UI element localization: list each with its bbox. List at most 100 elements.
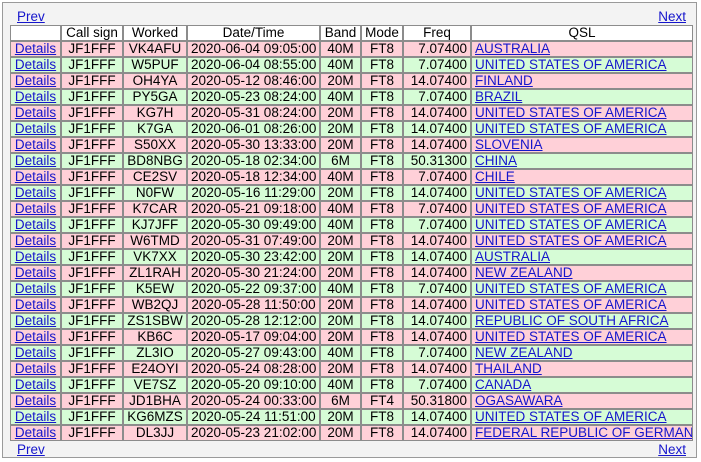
qsl-link[interactable]: REPUBLIC OF SOUTH AFRICA [475,314,669,328]
qsl-link[interactable]: CHINA [475,154,517,168]
table-row: Details JF1FFF BD8NBG 2020-05-18 02:34:00 6M… [10,153,693,169]
qsl-link[interactable]: UNITED STATES OF AMERICA [475,298,667,312]
freq-cell: 14.07400 [403,105,471,121]
qsl-cell: AUSTRALIA [471,249,693,265]
details-link[interactable]: Details [15,346,56,360]
qsl-link[interactable]: OGASAWARA [475,394,563,408]
qsl-link[interactable]: FEDERAL REPUBLIC OF GERMANY [475,426,692,440]
column-header-freq: Freq [403,25,471,41]
details-cell: Details [10,409,61,425]
qsl-link[interactable]: AUSTRALIA [475,250,550,264]
qsl-link[interactable]: CHILE [475,170,515,184]
freq-cell: 14.07400 [403,249,471,265]
freq-cell: 14.07400 [403,425,471,441]
call-sign-cell: JF1FFF [61,105,123,121]
details-link[interactable]: Details [15,90,56,104]
next-link-bottom[interactable]: Next [658,442,686,458]
details-link[interactable]: Details [15,266,56,280]
prev-link-bottom[interactable]: Prev [17,442,45,458]
details-link[interactable]: Details [15,74,56,88]
freq-cell: 14.07400 [403,313,471,329]
worked-station-cell: DL3JJ [123,425,187,441]
table-row: Details JF1FFF W5PUF 2020-06-04 08:55:00 40M… [10,57,693,73]
details-link[interactable]: Details [15,314,56,328]
mode-cell: FT8 [361,57,403,73]
qsl-link[interactable]: UNITED STATES OF AMERICA [475,218,667,232]
next-link[interactable]: Next [658,9,686,25]
datetime-cell: 2020-05-31 08:24:00 [187,105,320,121]
details-link[interactable]: Details [15,170,56,184]
band-cell: 40M [320,217,361,233]
details-link[interactable]: Details [15,250,56,264]
call-sign-cell: JF1FFF [61,329,123,345]
qsl-link[interactable]: THAILAND [475,362,542,376]
details-link[interactable]: Details [15,298,56,312]
details-link[interactable]: Details [15,58,56,72]
qsl-link[interactable]: AUSTRALIA [475,42,550,56]
qsl-link[interactable]: UNITED STATES OF AMERICA [475,202,667,216]
mode-cell: FT8 [361,361,403,377]
datetime-cell: 2020-05-16 11:29:00 [187,185,320,201]
qsl-link[interactable]: UNITED STATES OF AMERICA [475,58,667,72]
qsl-link[interactable]: UNITED STATES OF AMERICA [475,106,667,120]
details-link[interactable]: Details [15,106,56,120]
details-cell: Details [10,57,61,73]
band-cell: 20M [320,105,361,121]
worked-station-cell: K5EW [123,281,187,297]
qsl-link[interactable]: UNITED STATES OF AMERICA [475,122,667,136]
details-link[interactable]: Details [15,362,56,376]
qsl-link[interactable]: NEW ZEALAND [475,266,573,280]
qsl-link[interactable]: UNITED STATES OF AMERICA [475,330,667,344]
table-row: Details JF1FFF KB6C 2020-05-17 09:04:00 20M F… [10,329,693,345]
details-link[interactable]: Details [15,202,56,216]
details-link[interactable]: Details [15,330,56,344]
freq-cell: 7.07400 [403,201,471,217]
qsl-cell: REPUBLIC OF SOUTH AFRICA [471,313,693,329]
details-link[interactable]: Details [15,234,56,248]
call-sign-cell: JF1FFF [61,185,123,201]
details-link[interactable]: Details [15,410,56,424]
datetime-cell: 2020-05-20 09:10:00 [187,377,320,393]
datetime-cell: 2020-05-28 12:12:00 [187,313,320,329]
datetime-cell: 2020-05-31 07:49:00 [187,233,320,249]
details-link[interactable]: Details [15,42,56,56]
qsl-link[interactable]: SLOVENIA [475,138,543,152]
call-sign-cell: JF1FFF [61,281,123,297]
column-header-details [10,25,61,41]
mode-cell: FT8 [361,265,403,281]
details-link[interactable]: Details [15,218,56,232]
freq-cell: 50.31300 [403,153,471,169]
qsl-link[interactable]: UNITED STATES OF AMERICA [475,234,667,248]
details-link[interactable]: Details [15,426,56,440]
worked-station-cell: JD1BHA [123,393,187,409]
qsl-link[interactable]: UNITED STATES OF AMERICA [475,186,667,200]
column-header-datetime: Date/Time [187,25,320,41]
details-link[interactable]: Details [15,378,56,392]
details-link[interactable]: Details [15,282,56,296]
details-link[interactable]: Details [15,138,56,152]
table-row: Details JF1FFF CE2SV 2020-05-18 12:34:00 40M… [10,169,693,185]
qso-log-table: Call sign Worked Date/Time Band Mode Fre… [10,25,693,441]
mode-cell: FT8 [361,185,403,201]
qsl-link[interactable]: CANADA [475,378,531,392]
qsl-link[interactable]: NEW ZEALAND [475,346,573,360]
details-cell: Details [10,393,61,409]
table-row: Details JF1FFF N0FW 2020-05-16 11:29:00 20M F… [10,185,693,201]
call-sign-cell: JF1FFF [61,265,123,281]
details-link[interactable]: Details [15,154,56,168]
qsl-link[interactable]: FINLAND [475,74,533,88]
details-link[interactable]: Details [15,394,56,408]
datetime-cell: 2020-05-27 09:43:00 [187,345,320,361]
qsl-link[interactable]: UNITED STATES OF AMERICA [475,282,667,296]
call-sign-cell: JF1FFF [61,313,123,329]
worked-station-cell: KB6C [123,329,187,345]
qsl-link[interactable]: UNITED STATES OF AMERICA [475,410,667,424]
prev-link[interactable]: Prev [17,9,45,25]
call-sign-cell: JF1FFF [61,217,123,233]
qsl-link[interactable]: BRAZIL [475,90,522,104]
details-link[interactable]: Details [15,122,56,136]
freq-cell: 14.07400 [403,137,471,153]
call-sign-cell: JF1FFF [61,137,123,153]
details-cell: Details [10,233,61,249]
details-link[interactable]: Details [15,186,56,200]
